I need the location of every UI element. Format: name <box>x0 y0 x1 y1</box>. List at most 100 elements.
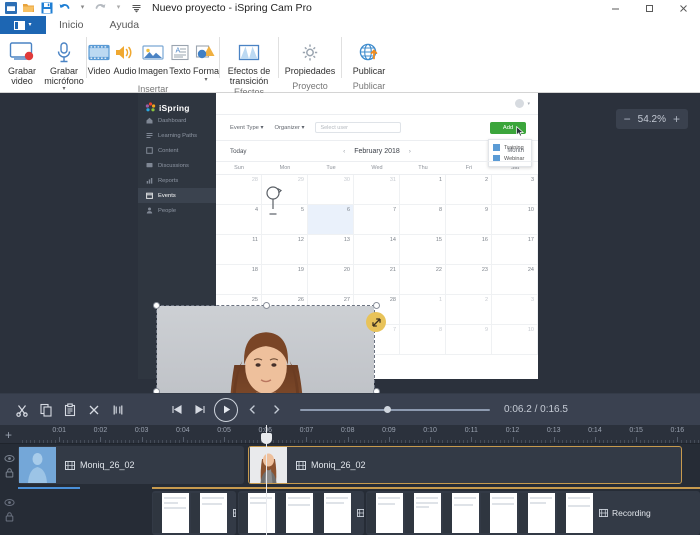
calendar-day-cell[interactable]: 21 <box>354 265 400 295</box>
redo-dropdown-icon[interactable]: ▾ <box>111 1 126 15</box>
calendar-day-cell[interactable]: 2 <box>446 295 492 325</box>
redo-icon[interactable] <box>93 1 108 15</box>
calendar-day-cell[interactable]: 4 <box>216 205 262 235</box>
resize-handle-e[interactable] <box>373 388 380 393</box>
calendar-day-cell[interactable]: 23 <box>446 265 492 295</box>
play-button[interactable] <box>214 397 238 422</box>
insert-audio-button[interactable]: Audio <box>112 37 138 77</box>
undo-dropdown-icon[interactable]: ▾ <box>75 1 90 15</box>
calendar-day-cell[interactable]: 3 <box>492 295 538 325</box>
calendar-day-cell[interactable]: 1 <box>400 175 446 205</box>
prev-frame-icon[interactable] <box>242 400 262 420</box>
next-month-button[interactable]: › <box>409 148 411 155</box>
seek-slider[interactable] <box>300 403 490 417</box>
customize-quick-access-icon[interactable] <box>129 1 144 15</box>
skip-end-icon[interactable] <box>190 400 210 420</box>
avatar[interactable] <box>515 99 525 108</box>
save-icon[interactable] <box>39 1 54 15</box>
paste-icon[interactable] <box>60 400 80 420</box>
app-icon[interactable] <box>3 1 18 15</box>
learn-nav-item-content[interactable]: Content <box>138 143 216 158</box>
calendar-day-cell[interactable]: 6 <box>308 205 354 235</box>
timeline-ruler[interactable]: + 0:010:020:030:040:050:060:070:080:090:… <box>0 425 700 444</box>
lock-icon[interactable] <box>0 465 18 479</box>
preview-stage[interactable]: − 54.2% + iSpring Dashboard Learning Path… <box>0 93 700 393</box>
lock-icon-2[interactable] <box>0 509 18 523</box>
account-chevron-down-icon[interactable]: ▾ <box>527 101 530 107</box>
playhead-handle[interactable] <box>261 433 272 444</box>
undo-icon[interactable] <box>57 1 72 15</box>
calendar-day-cell[interactable]: 11 <box>216 235 262 265</box>
copy-icon[interactable] <box>36 400 56 420</box>
seek-knob[interactable] <box>384 406 391 413</box>
table-row-selected[interactable]: Moniq_26_02 <box>248 446 682 484</box>
prev-month-button[interactable]: ‹ <box>343 148 345 155</box>
learn-nav-item-people[interactable]: People <box>138 203 216 218</box>
calendar-day-cell[interactable]: 30 <box>308 175 354 205</box>
publish-button[interactable]: Publicar <box>343 37 395 77</box>
calendar-day-cell[interactable]: 10 <box>492 325 538 355</box>
record-microphone-button[interactable]: Grabar micrófono ▾ <box>43 37 85 92</box>
table-row[interactable]: Moniq_26_02 <box>18 446 244 484</box>
zoom-in-button[interactable]: + <box>672 112 681 126</box>
calendar-day-cell[interactable]: 13 <box>308 235 354 265</box>
calendar-day-cell[interactable]: 14 <box>354 235 400 265</box>
learn-nav-item-reports[interactable]: Reports <box>138 173 216 188</box>
eye-icon[interactable] <box>0 451 18 465</box>
skip-start-icon[interactable] <box>166 400 186 420</box>
maximize-button[interactable] <box>632 0 666 16</box>
video-track[interactable]: Moniq_26_02 Moniq_26_02 <box>18 444 700 486</box>
resize-handle-nw[interactable] <box>153 302 160 309</box>
calendar-day-cell[interactable]: 17 <box>492 235 538 265</box>
organizer-filter[interactable]: Organizer ▾ <box>274 125 304 131</box>
record-video-button[interactable]: Grabar video <box>1 37 43 86</box>
calendar-day-cell[interactable]: 19 <box>262 265 308 295</box>
event-type-filter[interactable]: Event Type ▾ <box>230 125 263 131</box>
minimize-button[interactable] <box>598 0 632 16</box>
calendar-day-cell[interactable]: 1 <box>400 295 446 325</box>
add-track-button[interactable]: + <box>5 428 12 442</box>
calendar-day-cell[interactable]: 12 <box>262 235 308 265</box>
properties-button[interactable]: Propiedades <box>284 37 336 77</box>
calendar-day-cell[interactable]: 9 <box>446 205 492 235</box>
calendar-day-cell[interactable]: 15 <box>400 235 446 265</box>
insert-shape-button[interactable]: Forma ▾ <box>192 37 220 83</box>
cut-icon[interactable] <box>12 400 32 420</box>
tab-inicio[interactable]: Inicio <box>46 16 97 34</box>
transition-effects-button[interactable]: Efectos de transición <box>223 37 275 86</box>
resize-handle-w[interactable] <box>153 388 160 393</box>
webcam-video-selection[interactable] <box>153 302 386 393</box>
insert-video-button[interactable]: Video <box>86 37 112 77</box>
learn-nav-item-learning-paths[interactable]: Learning Paths <box>138 128 216 143</box>
calendar-day-cell[interactable]: 24 <box>492 265 538 295</box>
list-item[interactable]: Rec <box>152 491 236 535</box>
calendar-day-cell[interactable]: 16 <box>446 235 492 265</box>
webcam-video[interactable] <box>157 306 374 393</box>
select-user-input[interactable]: Select user <box>315 122 402 133</box>
calendar-day-cell[interactable]: 3 <box>492 175 538 205</box>
calendar-day-cell[interactable]: 7 <box>354 205 400 235</box>
delete-icon[interactable] <box>84 400 104 420</box>
resize-handle-ne[interactable] <box>373 302 380 309</box>
zoom-out-button[interactable]: − <box>623 112 632 126</box>
list-item[interactable]: Recording <box>366 491 700 535</box>
split-icon[interactable] <box>108 400 128 420</box>
insert-image-button[interactable]: Imagen <box>138 37 168 77</box>
screen-track[interactable]: Rec Rec Recor <box>152 491 700 535</box>
calendar-day-cell[interactable]: 31 <box>354 175 400 205</box>
calendar-day-cell[interactable]: 28 <box>216 175 262 205</box>
learn-nav-item-events[interactable]: Events <box>138 188 216 203</box>
list-item[interactable]: Rec <box>238 491 364 535</box>
file-menu-button[interactable]: ▾ <box>0 16 46 34</box>
learn-nav-item-dashboard[interactable]: Dashboard <box>138 113 216 128</box>
calendar-day-cell[interactable]: 20 <box>308 265 354 295</box>
resize-handle-n[interactable] <box>263 302 270 309</box>
calendar-day-cell[interactable]: 8 <box>400 325 446 355</box>
calendar-day-cell[interactable]: 22 <box>400 265 446 295</box>
close-button[interactable] <box>666 0 700 16</box>
next-frame-icon[interactable] <box>266 400 286 420</box>
calendar-day-cell[interactable]: 2 <box>446 175 492 205</box>
calendar-day-cell[interactable]: 9 <box>446 325 492 355</box>
calendar-day-cell[interactable]: 18 <box>216 265 262 295</box>
open-icon[interactable] <box>21 1 36 15</box>
